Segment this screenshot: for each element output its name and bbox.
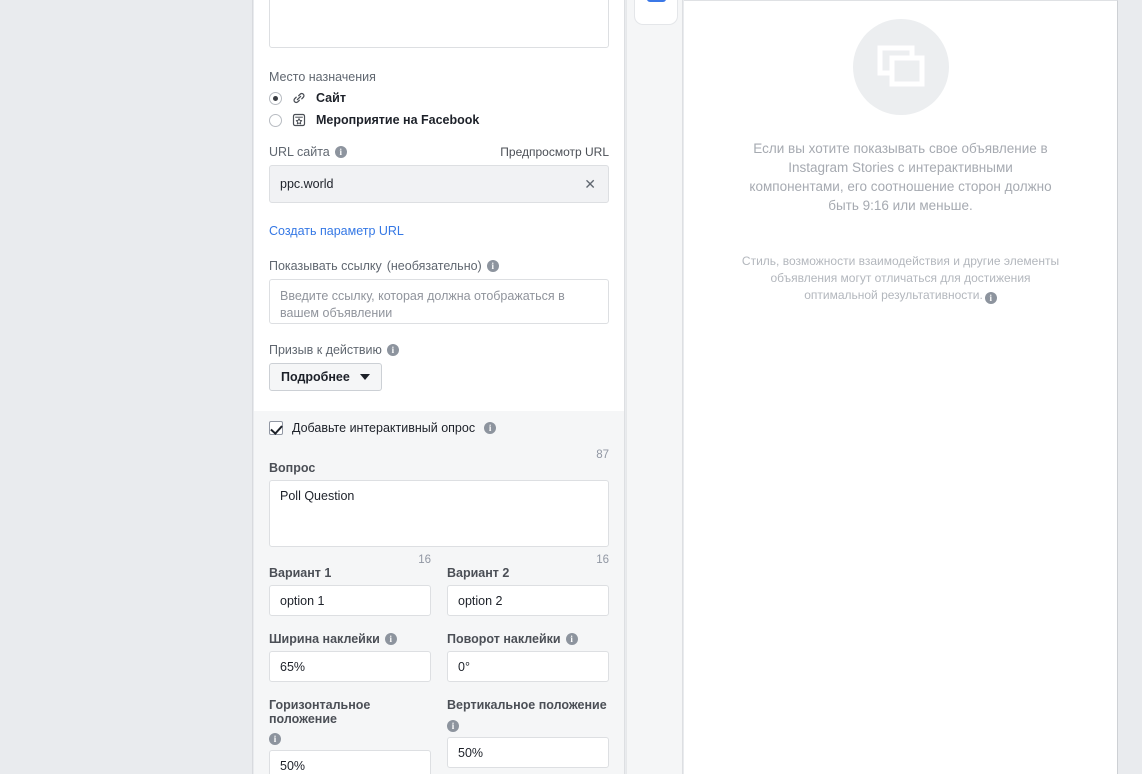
create-url-parameter-link[interactable]: Создать параметр URL xyxy=(269,224,404,238)
poll-checkbox[interactable] xyxy=(269,421,283,435)
poll-question-input[interactable]: Poll Question xyxy=(269,480,609,547)
placement-chip-icon xyxy=(646,0,666,2)
clear-icon[interactable]: ✕ xyxy=(582,177,598,191)
poll-option1-input[interactable]: option 1 xyxy=(269,585,431,616)
info-icon[interactable]: i xyxy=(565,633,578,645)
radio-website[interactable] xyxy=(269,91,282,105)
preview-disclaimer-text: Стиль, возможности взаимодействия и друг… xyxy=(741,254,1060,302)
vertical-position-input[interactable]: 50% xyxy=(447,737,609,768)
call-to-action-select[interactable]: Подробнее xyxy=(269,363,382,391)
poll-option1-value: option 1 xyxy=(280,593,325,608)
destination-option-event[interactable]: Мероприятие на Facebook xyxy=(269,112,609,128)
horizontal-position-label: Горизонтальное положение i xyxy=(269,698,371,745)
vertical-position-value: 50% xyxy=(458,745,484,760)
poll-panel: Добавьте интерактивный опрос i 87 Вопрос… xyxy=(254,411,624,774)
destination-event-label: Мероприятие на Facebook xyxy=(316,113,480,127)
placement-chip[interactable] xyxy=(635,0,677,24)
radio-event[interactable] xyxy=(269,113,282,127)
info-icon[interactable]: i xyxy=(269,733,281,745)
destination-website-label: Сайт xyxy=(316,91,346,105)
event-icon xyxy=(291,112,307,128)
poll-option2-counter: 16 xyxy=(596,554,609,566)
chevron-down-icon xyxy=(359,374,370,380)
poll-enable-row[interactable]: Добавьте интерактивный опрос i xyxy=(269,421,609,435)
horizontal-position-value: 50% xyxy=(280,758,306,773)
poll-question-value: Poll Question xyxy=(280,489,355,503)
sticker-width-input[interactable]: 65% xyxy=(269,651,431,682)
media-frames-icon xyxy=(852,19,949,115)
website-url-label: URL сайта i xyxy=(269,145,347,159)
info-icon[interactable]: i xyxy=(984,292,997,304)
poll-option1-label: Вариант 1 xyxy=(269,566,332,580)
display-link-input[interactable]: Введите ссылку, которая должна отображат… xyxy=(269,279,609,324)
horizontal-position-input[interactable]: 50% xyxy=(269,750,431,774)
url-preview-link[interactable]: Предпросмотр URL xyxy=(500,145,609,159)
poll-option1-counter: 16 xyxy=(418,554,431,566)
preview-aspect-ratio-message: Если вы хотите показывать свое объявлени… xyxy=(749,141,1052,213)
display-link-placeholder: Введите ссылку, которая должна отображат… xyxy=(280,289,565,320)
sticker-rotation-value: 0° xyxy=(458,659,470,674)
info-icon[interactable]: i xyxy=(486,260,499,272)
sticker-width-label: Ширина наклейки i xyxy=(269,632,431,646)
info-icon[interactable]: i xyxy=(334,146,347,158)
info-icon[interactable]: i xyxy=(447,719,459,732)
poll-option2-value: option 2 xyxy=(458,593,503,608)
website-url-value: ppc.world xyxy=(280,177,334,191)
info-icon[interactable]: i xyxy=(384,633,397,645)
info-icon[interactable]: i xyxy=(386,344,399,356)
sticker-rotation-input[interactable]: 0° xyxy=(447,651,609,682)
info-icon[interactable]: i xyxy=(484,422,497,434)
preview-disclaimer-note: Стиль, возможности взаимодействия и друг… xyxy=(736,253,1066,304)
poll-checkbox-label: Добавьте интерактивный опрос xyxy=(292,421,476,435)
call-to-action-value: Подробнее xyxy=(281,370,350,384)
website-url-input[interactable]: ppc.world ✕ xyxy=(269,165,609,203)
poll-question-label: Вопрос xyxy=(269,461,316,475)
left-gutter xyxy=(0,0,253,774)
call-to-action-label: Призыв к действию i xyxy=(269,343,609,357)
poll-option2-input[interactable]: option 2 xyxy=(447,585,609,616)
sticker-width-value: 65% xyxy=(280,659,306,674)
poll-option2-label: Вариант 2 xyxy=(447,566,510,580)
placement-rail-column xyxy=(626,0,683,774)
vertical-position-label: Вертикальное положение i xyxy=(447,698,607,732)
right-gutter xyxy=(1119,0,1142,774)
poll-question-counter: 87 xyxy=(596,449,609,461)
sticker-rotation-label: Поворот наклейки i xyxy=(447,632,609,646)
primary-text-textarea[interactable]: Расскажите, о чем ваше объявление xyxy=(269,0,609,48)
ad-creation-screen: Расскажите, о чем ваше объявление Место … xyxy=(0,0,1142,774)
ad-form-column: Расскажите, о чем ваше объявление Место … xyxy=(254,0,625,774)
display-link-label: Показывать ссылку (необязательно) i xyxy=(269,259,609,273)
ad-preview-panel: Если вы хотите показывать свое объявлени… xyxy=(684,0,1118,774)
link-icon xyxy=(291,90,307,106)
destination-option-website[interactable]: Сайт xyxy=(269,90,609,106)
destination-label: Место назначения xyxy=(269,70,376,84)
